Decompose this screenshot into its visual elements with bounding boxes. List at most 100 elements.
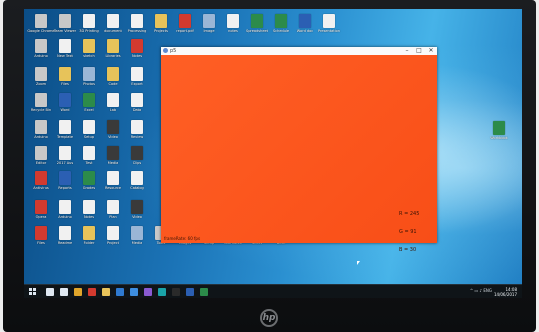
- doc-icon: [131, 14, 143, 28]
- pdf-icon: [35, 171, 47, 185]
- doc-icon: [107, 200, 119, 214]
- pdf-icon: [179, 14, 191, 28]
- mail-icon[interactable]: [116, 288, 124, 296]
- folder-icon: [83, 226, 95, 240]
- doc-icon: [131, 120, 143, 134]
- desktop-icon[interactable]: Video: [125, 200, 149, 224]
- doc-icon: [59, 200, 71, 214]
- search-icon[interactable]: [46, 288, 54, 296]
- close-button[interactable]: ✕: [425, 47, 437, 55]
- window-title: p5: [170, 48, 177, 54]
- opera-icon[interactable]: [88, 288, 96, 296]
- pdf-icon: [35, 200, 47, 214]
- taskbar-clock[interactable]: 14:08 14/06/2017: [494, 287, 517, 297]
- processing-icon[interactable]: [172, 288, 180, 296]
- desktop-icon-label: Review: [130, 135, 144, 139]
- doc-icon: [131, 171, 143, 185]
- desktop-icon[interactable]: Review: [125, 120, 149, 144]
- vid-icon: [131, 200, 143, 214]
- desktop-icon[interactable]: Presentation: [317, 14, 341, 38]
- doc-icon: [227, 14, 239, 28]
- excel-icon: [251, 14, 263, 28]
- doc-icon: [131, 93, 143, 107]
- word-icon: [299, 14, 311, 28]
- vid-icon: [107, 120, 119, 134]
- media-icon[interactable]: [144, 288, 152, 296]
- desktop-icon-label: Workbook: [490, 136, 508, 140]
- store-icon[interactable]: [130, 288, 138, 296]
- folder-icon: [155, 14, 167, 28]
- app-icon: [35, 14, 47, 28]
- excel-icon: [275, 14, 287, 28]
- doc-icon: [59, 146, 71, 160]
- canvas-area[interactable]: R = 245 G = 91 B = 30 frameRate: 60 fps: [161, 55, 437, 253]
- doc-icon: [59, 39, 71, 53]
- app-icon: [35, 39, 47, 53]
- folder-icon: [59, 67, 71, 81]
- doc-icon: [83, 146, 95, 160]
- desktop-icon[interactable]: Workbook: [487, 121, 511, 145]
- minimize-button[interactable]: –: [401, 47, 413, 55]
- chrome-icon[interactable]: [74, 288, 82, 296]
- app-icon: [35, 67, 47, 81]
- task-view-icon[interactable]: [60, 288, 68, 296]
- start-button[interactable]: [29, 288, 37, 296]
- app-icon: [59, 14, 71, 28]
- status-text: frameRate: 60 fps: [164, 236, 201, 241]
- desktop-icon[interactable]: Notes: [125, 39, 149, 63]
- pdf-icon: [131, 39, 143, 53]
- desktop-icon-label: Presentation: [318, 29, 340, 33]
- arduino-icon[interactable]: [158, 288, 166, 296]
- pdf-icon: [35, 226, 47, 240]
- system-tray[interactable]: ^ ▭ ♪ ENG: [470, 288, 492, 293]
- excel-icon: [493, 121, 505, 135]
- doc-icon: [107, 93, 119, 107]
- explorer-icon[interactable]: [102, 288, 110, 296]
- mouse-cursor: [357, 261, 360, 265]
- color-readout: R = 245 G = 91 B = 30: [399, 199, 419, 265]
- word-icon[interactable]: [186, 288, 194, 296]
- word-icon: [59, 171, 71, 185]
- desktop-icon[interactable]: Catalog: [125, 171, 149, 195]
- readout-blue: B = 30: [399, 247, 417, 253]
- maximize-button[interactable]: □: [413, 47, 425, 55]
- app-icon: [163, 48, 168, 53]
- doc-icon: [83, 120, 95, 134]
- readout-green: G = 91: [399, 229, 417, 235]
- folder-icon: [83, 39, 95, 53]
- taskbar: ^ ▭ ♪ ENG 14:08 14/06/2017: [24, 284, 522, 298]
- word-icon: [59, 93, 71, 107]
- desktop-icon-label: Notes: [131, 54, 143, 58]
- folder-icon: [107, 39, 119, 53]
- doc-icon: [107, 14, 119, 28]
- desktop-icon[interactable]: Clips: [125, 146, 149, 170]
- monitor-bezel: Google Chrome Team Viewer 3D Printing docum…: [3, 0, 536, 332]
- desktop-icon-label: Video: [132, 215, 142, 219]
- doc-icon: [83, 200, 95, 214]
- doc-icon: [131, 67, 143, 81]
- doc-icon: [83, 14, 95, 28]
- app-icon: [35, 146, 47, 160]
- doc-icon: [107, 171, 119, 185]
- app-icon: [35, 93, 47, 107]
- desktop-icon[interactable]: Export: [125, 67, 149, 91]
- img-icon: [203, 14, 215, 28]
- desktop-screen: Google Chrome Team Viewer 3D Printing docum…: [24, 9, 522, 298]
- img-icon: [83, 67, 95, 81]
- desktop-icon[interactable]: Data: [125, 93, 149, 117]
- desktop-icon-label: Catalog: [130, 186, 144, 190]
- doc-icon: [323, 14, 335, 28]
- window-titlebar[interactable]: p5 – □ ✕: [161, 47, 437, 55]
- folder-icon: [107, 67, 119, 81]
- desktop-icon-label: Data: [132, 108, 142, 112]
- app-icon: [35, 120, 47, 134]
- excel-icon: [83, 93, 95, 107]
- doc-icon: [59, 226, 71, 240]
- doc-icon: [107, 226, 119, 240]
- readout-red: R = 245: [399, 211, 420, 217]
- excel-icon[interactable]: [200, 288, 208, 296]
- img-icon: [131, 226, 143, 240]
- app-window[interactable]: p5 – □ ✕ R = 245 G = 91 B = 30 frameRate…: [161, 47, 437, 253]
- desktop-icon-label: Export: [131, 82, 143, 86]
- vid-icon: [107, 146, 119, 160]
